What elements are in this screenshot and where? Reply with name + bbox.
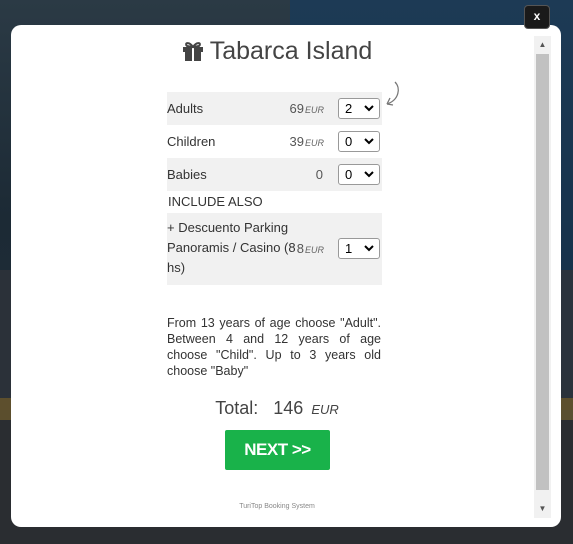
row-label: Adults [167, 101, 204, 116]
modal-title: Tabarca Island [11, 37, 543, 66]
chevron-down-icon [364, 245, 374, 252]
scroll-up-icon[interactable]: ▲ [534, 38, 551, 52]
age-help-text: From 13 years of age choose "Adult". Bet… [167, 316, 381, 378]
include-also-header: INCLUDE ALSO [168, 194, 263, 209]
gift-icon [182, 42, 203, 61]
booking-modal: Tabarca Island Adults 69EUR 2 Children 3… [11, 25, 561, 527]
row-label: Children [167, 134, 216, 149]
row-extra-parking: + Descuento Parking Panoramis / Casino (… [167, 213, 382, 285]
next-button[interactable]: NEXT >> [225, 430, 330, 470]
row-children: Children 39EUR 0 [167, 125, 382, 158]
booking-table: Adults 69EUR 2 Children 39EUR 0 Babies 0… [167, 92, 382, 285]
total-currency: EUR [311, 402, 339, 417]
footer-credit: TuriTop Booking System [239, 503, 315, 510]
total-label: Total: [215, 398, 259, 418]
chevron-down-icon [364, 171, 374, 178]
parking-quantity-select[interactable]: 1 [338, 238, 380, 259]
row-babies: Babies 0 0 [167, 158, 382, 191]
children-quantity-select[interactable]: 0 [338, 131, 380, 152]
row-price: 69EUR [289, 101, 324, 116]
scrollbar-thumb[interactable] [536, 54, 549, 490]
row-label: + Descuento Parking Panoramis / Casino (… [167, 220, 296, 275]
close-button[interactable]: x [524, 5, 550, 29]
scrollbar[interactable]: ▲ ▼ [534, 36, 551, 518]
row-adults: Adults 69EUR 2 [167, 92, 382, 125]
curved-arrow-icon [386, 81, 399, 106]
adults-quantity-select[interactable]: 2 [338, 98, 380, 119]
total-line: Total: 146 EUR [11, 398, 543, 419]
row-price: 0 [315, 167, 323, 182]
row-price: 39EUR [289, 134, 324, 149]
total-amount: 146 [273, 398, 304, 418]
babies-quantity-select[interactable]: 0 [338, 164, 380, 185]
title-text: Tabarca Island [209, 37, 373, 65]
row-label: Babies [167, 167, 207, 182]
row-price: 8EUR [296, 241, 324, 256]
chevron-down-icon [364, 138, 374, 145]
chevron-down-icon [364, 105, 374, 112]
scroll-down-icon[interactable]: ▼ [534, 502, 551, 516]
